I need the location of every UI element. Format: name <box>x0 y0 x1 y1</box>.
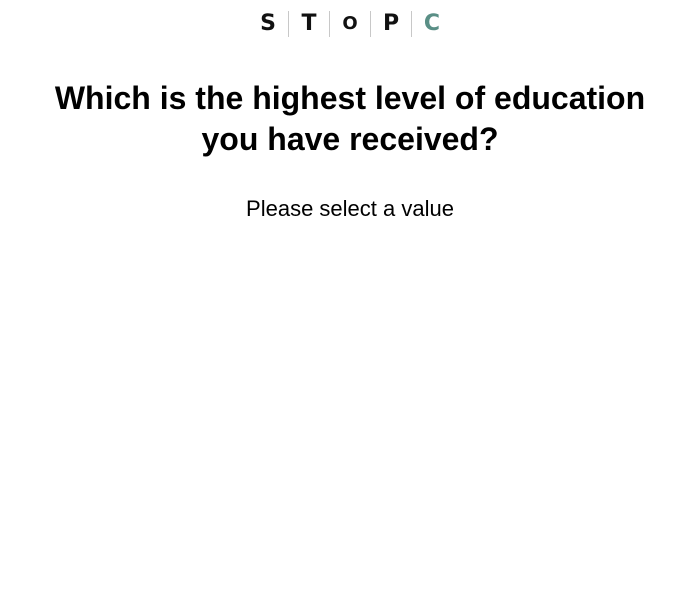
logo-divider <box>411 11 412 37</box>
logo-letter-t: T <box>301 11 317 36</box>
logo-divider <box>329 11 330 37</box>
logo-letter-c: C <box>423 11 441 36</box>
question-title: Which is the highest level of education … <box>54 80 646 157</box>
selection-prompt: Please select a value <box>246 196 454 221</box>
logo-letter-p: P <box>382 11 400 36</box>
logo-letter-s: S <box>260 11 276 36</box>
logo-divider <box>370 11 371 37</box>
logo-divider <box>288 11 289 37</box>
logo-wordmark: S T O P C <box>250 10 450 38</box>
survey-page: S T O P C Which is the highest level of … <box>0 0 700 600</box>
logo-letter-o: O <box>342 13 358 34</box>
app-logo: S T O P C <box>0 10 700 38</box>
